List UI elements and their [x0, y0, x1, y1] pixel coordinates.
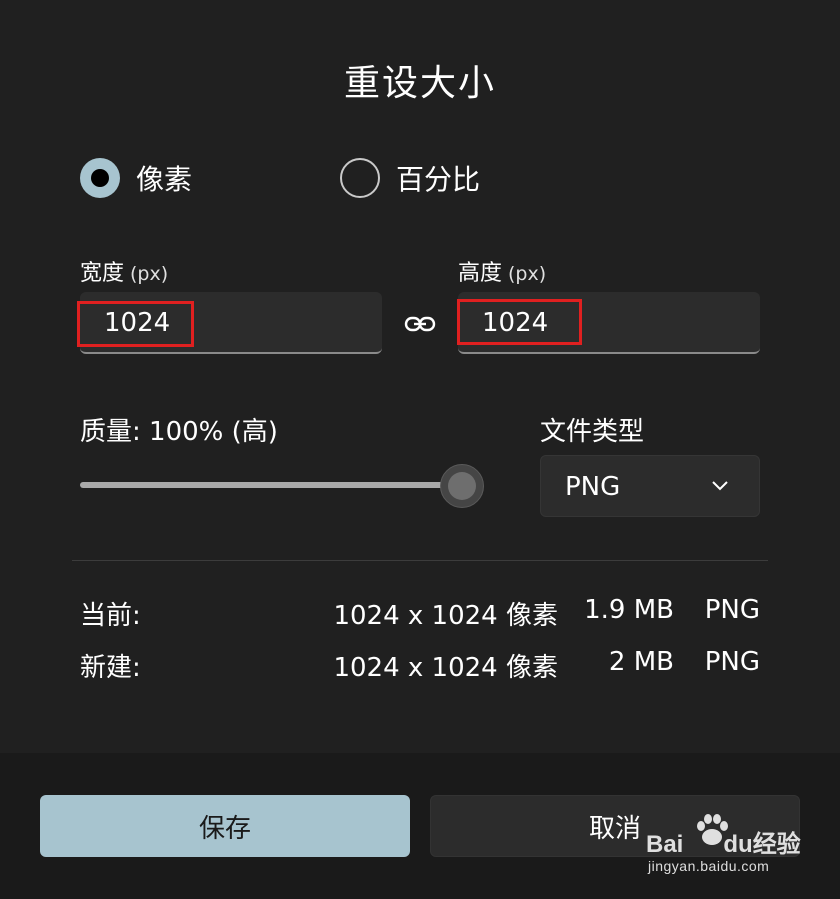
new-size: 2 MB [608, 647, 674, 677]
info-row-new: 新建: 1024 x 1024 像素 2 MB PNG [80, 647, 760, 683]
save-button[interactable]: 保存 [40, 795, 410, 857]
baidu-watermark: Bai du经验 jingyan.baidu.com [640, 800, 801, 884]
width-label: 宽度 (px) [80, 255, 168, 287]
divider [72, 560, 768, 561]
watermark-brand-c: 经验 [752, 831, 801, 858]
radio-option-percent[interactable]: 百分比 [340, 158, 480, 198]
quality-slider-track[interactable] [80, 482, 462, 488]
radio-percent[interactable] [340, 158, 380, 198]
info-row-current: 当前: 1024 x 1024 像素 1.9 MB PNG [80, 595, 760, 631]
link-icon[interactable] [404, 312, 436, 336]
width-label-text: 宽度 [80, 261, 125, 286]
paw-icon [697, 814, 728, 845]
dialog-title: 重设大小 [343, 63, 496, 104]
current-label: 当前: [80, 601, 141, 631]
file-type-value: PNG [565, 472, 621, 502]
width-highlight-box [77, 301, 194, 347]
chevron-down-icon [712, 481, 728, 491]
height-highlight-box [457, 299, 582, 345]
file-type-label: 文件类型 [540, 417, 645, 447]
watermark-url: jingyan.baidu.com [648, 858, 770, 874]
width-unit: (px) [130, 263, 169, 285]
new-dims: 1024 x 1024 像素 [333, 653, 558, 683]
resize-dialog: 重设大小 像素 百分比 宽度 (px) 1024 高度 (px) 1024 质量: … [0, 0, 840, 899]
current-format: PNG [704, 595, 760, 625]
current-size: 1.9 MB [584, 595, 674, 625]
file-type-select[interactable]: PNG [540, 455, 760, 517]
quality-slider-thumb[interactable] [440, 464, 484, 508]
radio-pixels-label: 像素 [136, 163, 193, 196]
radio-option-pixels[interactable]: 像素 [80, 158, 192, 198]
radio-percent-label: 百分比 [396, 163, 481, 196]
height-unit: (px) [508, 263, 547, 285]
new-label: 新建: [80, 653, 141, 683]
current-dims: 1024 x 1024 像素 [333, 601, 558, 631]
radio-pixels[interactable] [80, 158, 120, 198]
height-label: 高度 (px) [458, 255, 546, 287]
new-format: PNG [704, 647, 760, 677]
quality-label: 质量: 100% (高) [80, 417, 278, 447]
height-label-text: 高度 [458, 261, 503, 286]
watermark-brand-a: Bai [646, 831, 684, 858]
